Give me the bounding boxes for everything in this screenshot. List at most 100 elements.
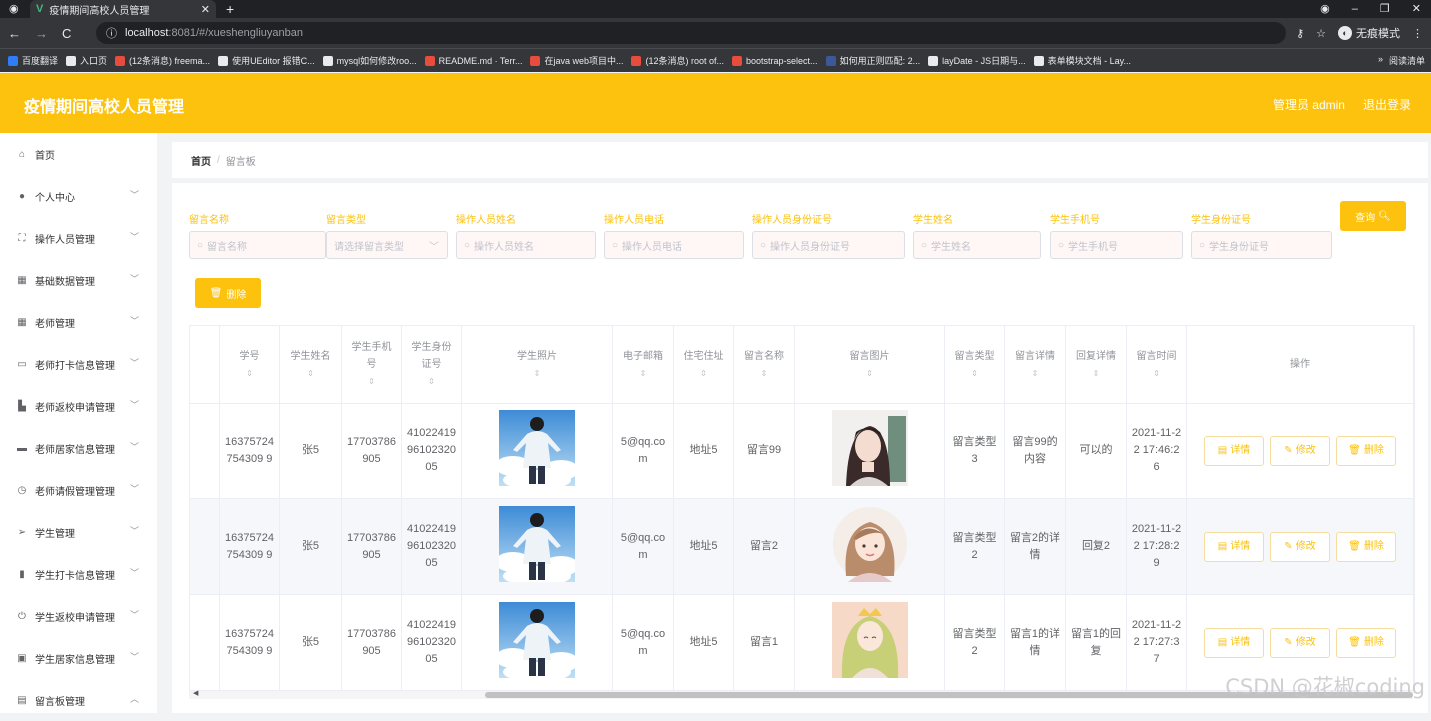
more-icon[interactable]: ⋮ [1412,27,1423,40]
restore-icon[interactable]: ❐ [1380,0,1390,18]
reading-list[interactable]: » 阅读清单 [1378,54,1425,67]
bookmark-item[interactable]: 百度翻译 [8,54,58,67]
sidebar-item[interactable]: ⌂ 首页 [0,133,157,175]
sidebar-item[interactable]: ▤ 留言板管理 ︿ [0,679,157,721]
bookmark-item[interactable]: README.md · Terr... [424,55,522,66]
message-type-select[interactable]: 请选择留言类型 ﹀ [326,231,448,259]
sidebar-item[interactable]: ➢ 学生管理 ﹀ [0,511,157,553]
column-header[interactable]: 学生身份证号 ⇕ [402,326,462,403]
sidebar-item[interactable]: ▮ 学生打卡信息管理 ﹀ [0,553,157,595]
table-cell [795,403,945,498]
delete-button[interactable]: 🗑︎ 删除 [1336,531,1396,562]
column-header[interactable]: 留言名称 ⇕ [734,326,795,403]
column-header[interactable]: 电子邮箱 ⇕ [613,326,674,403]
filter-input[interactable]: ○ 操作人员姓名 [456,231,596,259]
sidebar-item[interactable]: ◷ 老师请假管理管理 ﹀ [0,469,157,511]
filter-input[interactable]: ○ 操作人员身份证号 [752,231,905,259]
sidebar-item[interactable]: ⛶ 操作人员管理 ﹀ [0,217,157,259]
key-icon[interactable]: ⚷ [1296,27,1304,40]
column-header[interactable]: 留言类型 ⇕ [945,326,1005,403]
column-header[interactable]: 学生照片 ⇕ [462,326,613,403]
edit-button[interactable]: ✎ 修改 [1270,435,1330,466]
bookmark-item[interactable]: mysql如何修改roo... [322,54,417,67]
filter-input[interactable]: ○ 学生身份证号 [1191,231,1332,259]
sort-caret-icon[interactable]: ⇕ [246,365,253,382]
detail-button[interactable]: ▤ 详情 [1204,531,1264,562]
sidebar-item[interactable]: ▭ 老师打卡信息管理 ﹀ [0,343,157,385]
sort-caret-icon[interactable]: ⇕ [428,373,435,390]
column-header[interactable]: 回复详情 ⇕ [1066,326,1127,403]
table-cell: 留言99 [734,403,795,498]
chevron-down-icon: ﹀ [129,526,139,536]
filter-input[interactable]: ○ 留言名称 [189,231,326,259]
sidebar-item[interactable]: ▙ 老师返校申请管理 ﹀ [0,385,157,427]
sort-caret-icon[interactable]: ⇕ [700,365,707,382]
bookmark-item[interactable]: (12条消息) freema... [115,54,210,67]
sort-caret-icon[interactable]: ⇕ [761,365,768,382]
sidebar-item[interactable]: ▣ 学生居家信息管理 ﹀ [0,637,157,679]
reload-icon[interactable]: C [62,26,71,41]
bookmark-item[interactable]: layDate - JS日期与... [928,54,1026,67]
bookmark-item[interactable]: bootstrap-select... [732,55,818,66]
detail-button[interactable]: ▤ 详情 [1204,627,1264,658]
detail-button[interactable]: ▤ 详情 [1204,435,1264,466]
delete-button[interactable]: 🗑︎ 删除 [1336,435,1396,466]
sort-caret-icon[interactable]: ⇕ [307,365,314,382]
minimize-icon[interactable]: – [1352,0,1358,18]
browser-tab[interactable]: V 疫情期间高校人员管理 ✕ [30,0,216,18]
sort-caret-icon[interactable]: ⇕ [1153,365,1160,382]
sidebar-item[interactable]: ▦ 老师管理 ﹀ [0,301,157,343]
new-tab-icon[interactable]: + [226,0,234,18]
breadcrumb-current: 留言板 [225,156,256,168]
forward-icon[interactable]: → [35,26,48,41]
column-header[interactable]: 学生姓名 ⇕ [280,326,342,403]
column-header[interactable]: 留言详情 ⇕ [1005,326,1066,403]
sort-caret-icon[interactable]: ⇕ [866,365,873,382]
column-header[interactable]: 留言图片 ⇕ [795,326,945,403]
column-header-label: 学号 [239,350,260,362]
back-icon[interactable]: ← [8,26,21,41]
sort-caret-icon[interactable]: ⇕ [971,365,978,382]
bookmark-item[interactable]: 表单模块文档 - Lay... [1033,54,1131,67]
row-select-cell[interactable] [190,499,220,594]
profile-icon[interactable]: ◉ [1320,0,1330,18]
star-icon[interactable]: ☆ [1316,27,1326,40]
sort-caret-icon[interactable]: ⇕ [368,373,375,390]
scroll-left-icon[interactable]: ◀ [193,689,198,697]
sort-caret-icon[interactable]: ⇕ [1032,365,1039,382]
filter-input[interactable]: ○ 学生手机号 [1050,231,1183,259]
column-header[interactable]: 留言时间 ⇕ [1127,326,1187,403]
delete-button[interactable]: 🗑︎ 删除 [1336,627,1396,658]
sort-caret-icon[interactable]: ⇕ [640,365,647,382]
bookmark-item[interactable]: 如何用正则匹配: 2... [825,54,920,67]
bookmark-item[interactable]: 在java web项目中... [530,54,623,67]
logout-link[interactable]: 退出登录 [1363,96,1411,113]
row-select-cell[interactable] [190,595,220,690]
filter-input[interactable]: ○ 学生姓名 [913,231,1041,259]
bookmark-item[interactable]: (12条消息) root of... [631,54,724,67]
sort-caret-icon[interactable]: ⇕ [534,365,541,382]
column-header[interactable]: 学号 ⇕ [220,326,280,403]
column-header[interactable]: 住宅住址 ⇕ [674,326,734,403]
edit-button[interactable]: ✎ 修改 [1270,531,1330,562]
cell-text-name: 张5 [301,636,320,648]
batch-delete-button[interactable]: 🗑︎ 删除 [195,278,261,308]
filter-input[interactable]: ○ 操作人员电话 [604,231,744,259]
sort-caret-icon[interactable]: ⇕ [1093,365,1100,382]
window-close-icon[interactable]: ✕ [1412,0,1421,18]
edit-button[interactable]: ✎ 修改 [1270,627,1330,658]
sidebar-item[interactable]: ⏻ 学生返校申请管理 ﹀ [0,595,157,637]
bookmark-item[interactable]: 入口页 [66,54,107,67]
sidebar-item[interactable]: ▦ 基础数据管理 ﹀ [0,259,157,301]
row-select-cell[interactable] [190,403,220,498]
sidebar-item[interactable]: ● 个人中心 ﹀ [0,175,157,217]
search-button[interactable]: 查询 🔍︎ [1340,201,1406,231]
breadcrumb-home[interactable]: 首页 [191,153,211,168]
url-input[interactable]: ⓘ localhost:8081/#/xueshengliuyanban [96,22,1287,44]
column-header[interactable]: 学生手机号 ⇕ [342,326,402,403]
chrome-menu-icon[interactable]: ◉ [9,2,19,15]
bookmark-item[interactable]: 使用UEditor 报错C... [218,54,315,67]
close-tab-icon[interactable]: ✕ [201,3,210,16]
more-bookmarks-icon[interactable]: » [1378,54,1383,67]
sidebar-item[interactable]: ▬ 老师居家信息管理 ﹀ [0,427,157,469]
